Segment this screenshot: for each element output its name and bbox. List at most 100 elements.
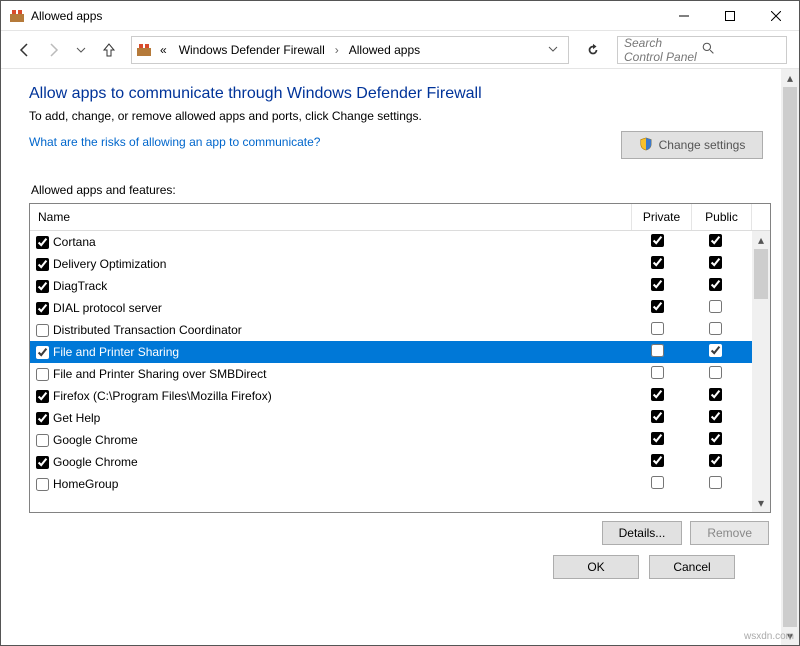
- table-row[interactable]: Cortana: [30, 231, 752, 253]
- table-row[interactable]: Get Help: [30, 407, 752, 429]
- search-icon: [702, 42, 780, 58]
- table-row[interactable]: HomeGroup: [30, 473, 752, 495]
- breadcrumb-firewall[interactable]: Windows Defender Firewall: [175, 41, 329, 59]
- shield-icon: [639, 137, 653, 154]
- table-row[interactable]: DiagTrack: [30, 275, 752, 297]
- row-private-checkbox[interactable]: [651, 476, 664, 489]
- row-enable-checkbox[interactable]: [36, 412, 49, 425]
- row-private-checkbox[interactable]: [651, 432, 664, 445]
- row-enable-checkbox[interactable]: [36, 280, 49, 293]
- row-name-label: DIAL protocol server: [53, 301, 630, 315]
- row-public-checkbox[interactable]: [709, 300, 722, 313]
- row-enable-checkbox[interactable]: [36, 258, 49, 271]
- window-root: Allowed apps « Windows Defender Firewall…: [0, 0, 800, 646]
- row-name-label: Firefox (C:\Program Files\Mozilla Firefo…: [53, 389, 630, 403]
- table-row[interactable]: File and Printer Sharing: [30, 341, 752, 363]
- footer-actions: OK Cancel: [29, 545, 771, 593]
- row-name-label: Cortana: [53, 235, 630, 249]
- list-scroll-thumb[interactable]: [754, 249, 768, 299]
- col-name[interactable]: Name: [30, 204, 632, 230]
- row-private-checkbox[interactable]: [651, 344, 664, 357]
- cancel-button[interactable]: Cancel: [649, 555, 735, 579]
- page-title: Allow apps to communicate through Window…: [29, 85, 771, 103]
- row-name-label: HomeGroup: [53, 477, 630, 491]
- row-name-label: Google Chrome: [53, 455, 630, 469]
- row-name-label: File and Printer Sharing: [53, 345, 630, 359]
- list-scroll-down-icon[interactable]: ▾: [752, 494, 770, 512]
- recent-dropdown[interactable]: [69, 38, 93, 62]
- search-placeholder: Search Control Panel: [624, 36, 702, 64]
- row-public-checkbox[interactable]: [709, 476, 722, 489]
- row-private-checkbox[interactable]: [651, 454, 664, 467]
- change-settings-button[interactable]: Change settings: [621, 131, 763, 159]
- row-public-checkbox[interactable]: [709, 366, 722, 379]
- refresh-button[interactable]: [579, 36, 607, 64]
- ok-button[interactable]: OK: [553, 555, 639, 579]
- chevron-right-icon: ›: [333, 43, 341, 57]
- row-public-checkbox[interactable]: [709, 234, 722, 247]
- content-scrollbar[interactable]: ▴ ▾: [781, 69, 799, 645]
- row-enable-checkbox[interactable]: [36, 390, 49, 403]
- scroll-up-icon[interactable]: ▴: [781, 69, 799, 87]
- details-button[interactable]: Details...: [602, 521, 683, 545]
- forward-button[interactable]: [41, 38, 65, 62]
- titlebar: Allowed apps: [1, 1, 799, 31]
- search-input[interactable]: Search Control Panel: [617, 36, 787, 64]
- list-scrollbar[interactable]: ▴ ▾: [752, 231, 770, 512]
- row-enable-checkbox[interactable]: [36, 456, 49, 469]
- table-row[interactable]: Distributed Transaction Coordinator: [30, 319, 752, 341]
- row-enable-checkbox[interactable]: [36, 346, 49, 359]
- row-enable-checkbox[interactable]: [36, 324, 49, 337]
- table-row[interactable]: Google Chrome: [30, 429, 752, 451]
- breadcrumb-prefix[interactable]: «: [156, 41, 171, 59]
- table-row[interactable]: Firefox (C:\Program Files\Mozilla Firefo…: [30, 385, 752, 407]
- row-private-checkbox[interactable]: [651, 322, 664, 335]
- up-button[interactable]: [97, 38, 121, 62]
- row-public-checkbox[interactable]: [709, 454, 722, 467]
- list-scroll-up-icon[interactable]: ▴: [752, 231, 770, 249]
- col-private[interactable]: Private: [632, 204, 692, 230]
- page-subtext: To add, change, or remove allowed apps a…: [29, 109, 771, 123]
- table-row[interactable]: Google Chrome: [30, 451, 752, 473]
- risks-link[interactable]: What are the risks of allowing an app to…: [29, 135, 320, 149]
- row-enable-checkbox[interactable]: [36, 434, 49, 447]
- row-public-checkbox[interactable]: [709, 432, 722, 445]
- row-public-checkbox[interactable]: [709, 322, 722, 335]
- row-enable-checkbox[interactable]: [36, 302, 49, 315]
- row-private-checkbox[interactable]: [651, 388, 664, 401]
- back-button[interactable]: [13, 38, 37, 62]
- row-public-checkbox[interactable]: [709, 278, 722, 291]
- app-icon: [9, 8, 25, 24]
- row-public-checkbox[interactable]: [709, 344, 722, 357]
- row-public-checkbox[interactable]: [709, 388, 722, 401]
- rows-container: Cortana Delivery Optimization DiagTrack DIA…: [30, 231, 752, 512]
- close-button[interactable]: [753, 1, 799, 31]
- row-private-checkbox[interactable]: [651, 410, 664, 423]
- scroll-thumb[interactable]: [783, 87, 797, 627]
- remove-button[interactable]: Remove: [690, 521, 769, 545]
- row-name-label: DiagTrack: [53, 279, 630, 293]
- window-title: Allowed apps: [31, 9, 661, 23]
- minimize-button[interactable]: [661, 1, 707, 31]
- row-private-checkbox[interactable]: [651, 256, 664, 269]
- address-bar[interactable]: « Windows Defender Firewall › Allowed ap…: [131, 36, 569, 64]
- breadcrumb-allowed-apps[interactable]: Allowed apps: [345, 41, 424, 59]
- table-row[interactable]: DIAL protocol server: [30, 297, 752, 319]
- row-enable-checkbox[interactable]: [36, 368, 49, 381]
- row-private-checkbox[interactable]: [651, 300, 664, 313]
- row-private-checkbox[interactable]: [651, 234, 664, 247]
- row-public-checkbox[interactable]: [709, 410, 722, 423]
- address-dropdown[interactable]: [542, 43, 564, 57]
- maximize-button[interactable]: [707, 1, 753, 31]
- row-private-checkbox[interactable]: [651, 278, 664, 291]
- group-label: Allowed apps and features:: [31, 183, 771, 197]
- row-enable-checkbox[interactable]: [36, 236, 49, 249]
- row-name-label: Distributed Transaction Coordinator: [53, 323, 630, 337]
- row-private-checkbox[interactable]: [651, 366, 664, 379]
- col-public[interactable]: Public: [692, 204, 752, 230]
- row-public-checkbox[interactable]: [709, 256, 722, 269]
- table-row[interactable]: Delivery Optimization: [30, 253, 752, 275]
- list-header: Name Private Public: [30, 204, 770, 231]
- table-row[interactable]: File and Printer Sharing over SMBDirect: [30, 363, 752, 385]
- row-enable-checkbox[interactable]: [36, 478, 49, 491]
